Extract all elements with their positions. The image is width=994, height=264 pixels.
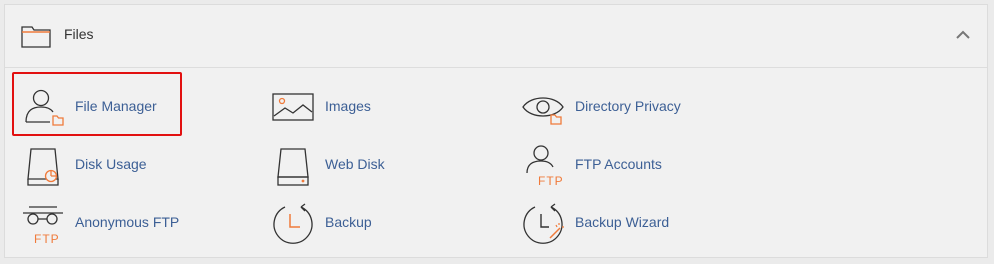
anonymous-ftp-icon: FTP [23, 206, 63, 245]
backup-label[interactable]: Backup [325, 214, 372, 230]
web-disk-label[interactable]: Web Disk [325, 156, 385, 172]
directory-privacy-label[interactable]: Directory Privacy [575, 98, 681, 114]
backup-wizard-label[interactable]: Backup Wizard [575, 214, 669, 230]
ftp-accounts-icon: FTP [526, 145, 564, 187]
disk-usage-icon [27, 148, 59, 186]
chevron-up-icon[interactable] [955, 29, 971, 41]
file-manager-label[interactable]: File Manager [75, 98, 157, 114]
backup-icon [273, 203, 313, 244]
svg-text:FTP: FTP [34, 232, 60, 245]
svg-text:FTP: FTP [538, 174, 564, 187]
files-panel: Files File Manager Images Directory Priv… [4, 4, 988, 258]
images-label[interactable]: Images [325, 98, 371, 114]
images-icon [272, 93, 314, 121]
web-disk-icon [277, 148, 309, 186]
file-manager-icon [25, 89, 64, 126]
folder-icon [21, 26, 51, 48]
ftp-accounts-label[interactable]: FTP Accounts [575, 156, 662, 172]
anonymous-ftp-label[interactable]: Anonymous FTP [75, 214, 179, 230]
section-title: Files [64, 26, 94, 42]
disk-usage-label[interactable]: Disk Usage [75, 156, 147, 172]
backup-wizard-icon [523, 203, 564, 244]
directory-privacy-icon [522, 97, 564, 125]
section-header[interactable]: Files [5, 5, 987, 68]
